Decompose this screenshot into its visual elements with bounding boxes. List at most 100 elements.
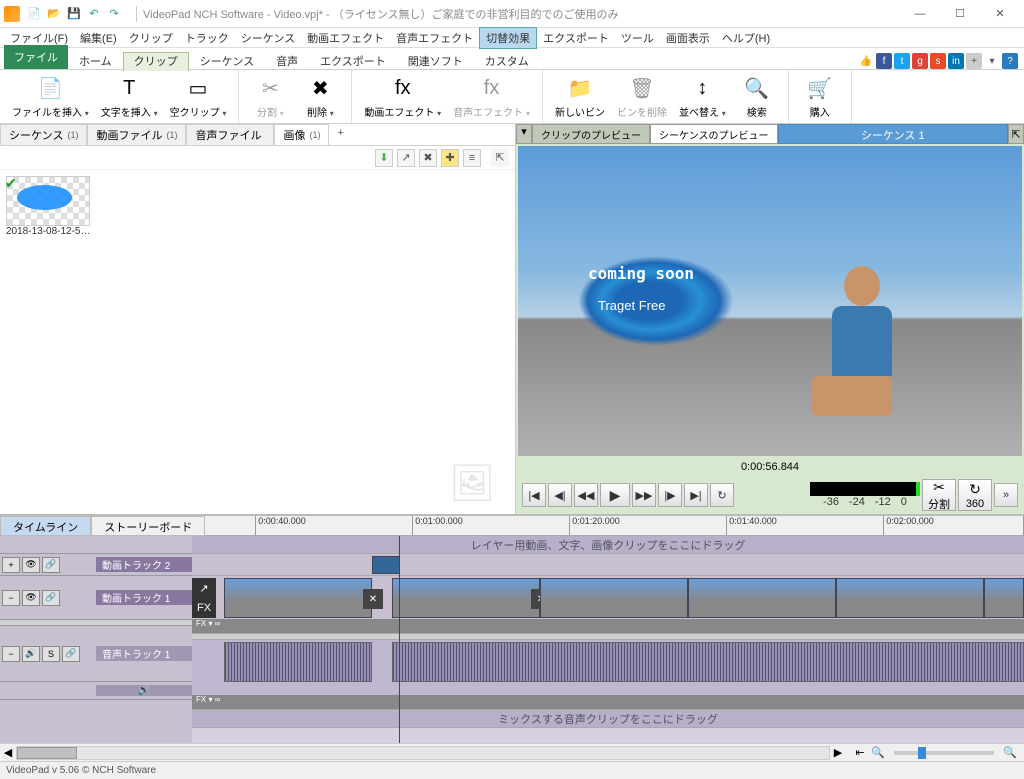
solo-icon[interactable]: S (42, 646, 60, 662)
ribbon-btn-1-1[interactable]: ✖削除 ▾ (295, 72, 345, 121)
audio-clip-0[interactable] (224, 642, 372, 682)
qa-save-icon[interactable]: 💾 (66, 6, 82, 22)
bin-list-icon[interactable]: ≡ (463, 149, 481, 167)
ribbon-btn-0-2[interactable]: ▭空クリップ ▾ (164, 72, 233, 121)
menu-1[interactable]: 編集(E) (74, 28, 123, 48)
sequence-name[interactable]: シーケンス 1 (778, 124, 1009, 144)
video-clip-3[interactable] (688, 578, 836, 618)
thumbs-up-icon[interactable]: 👍 (858, 53, 874, 69)
ribbon-btn-2-0[interactable]: fx動画エフェクト ▾ (358, 72, 447, 121)
ribbon-btn-3-2[interactable]: ↕並べ替え ▾ (673, 72, 732, 121)
bin-popout-icon[interactable]: ⇱ (491, 149, 509, 167)
ribbon-tab-5[interactable]: 関連ソフト (397, 52, 474, 72)
split-button[interactable]: ✂分割 (922, 479, 956, 511)
ribbon-btn-3-3[interactable]: 🔍検索 (732, 72, 782, 121)
link-icon[interactable]: 🔗 (42, 557, 60, 573)
bin-tab-3[interactable]: 画像 (1) (274, 124, 329, 145)
transition-icon[interactable]: ✕ (363, 589, 383, 609)
twitter-icon[interactable]: t (894, 53, 910, 69)
track-name-a1[interactable]: 音声トラック 1 (96, 646, 192, 661)
speaker-icon[interactable]: 🔊 (22, 646, 40, 662)
minimize-button[interactable]: — (900, 0, 940, 28)
menu-8[interactable]: エクスポート (537, 28, 615, 48)
ribbon-tab-file[interactable]: ファイル (4, 45, 68, 69)
zoom-in-icon[interactable]: 🔍 (1002, 745, 1018, 761)
scroll-left-icon[interactable]: ◀ (0, 746, 16, 759)
ribbon-tab-6[interactable]: カスタム (474, 52, 540, 72)
link-icon[interactable]: 🔗 (62, 646, 80, 662)
zoom-handle[interactable] (918, 747, 926, 759)
ribbon-tab-4[interactable]: エクスポート (309, 52, 397, 72)
video-clip-4[interactable] (836, 578, 984, 618)
timeline-ruler[interactable]: 0:00:40.0000:01:00.0000:01:20.0000:01:40… (205, 516, 1024, 536)
remove-track-icon[interactable]: − (2, 590, 20, 606)
qa-new-icon[interactable]: 📄 (26, 6, 42, 22)
tab-sequence-preview[interactable]: シーケンスのプレビュー (650, 124, 778, 144)
video-clip-1[interactable]: ✕ (392, 578, 540, 618)
360-button[interactable]: ↻360 (958, 479, 992, 511)
zoom-out-icon[interactable]: 🔍 (870, 745, 886, 761)
ribbon-btn-3-0[interactable]: 📁新しいビン (549, 72, 611, 121)
track-name-v1[interactable]: 動画トラック 1 (96, 590, 192, 605)
track-name-v2[interactable]: 動画トラック 2 (96, 557, 192, 572)
goto-end-button[interactable]: ▶| (684, 483, 708, 507)
bin-tab-add[interactable]: + (329, 124, 351, 145)
maximize-button[interactable]: ☐ (940, 0, 980, 28)
track-lanes[interactable]: レイヤー用動画、文字、画像クリップをここにドラッグ ↗FX✕✕FX ▾ ∞ FX… (192, 536, 1024, 743)
scroll-right-icon[interactable]: ▶ (830, 746, 846, 759)
fade-in-icon[interactable]: ↗FX (192, 578, 216, 618)
preview-video[interactable]: coming soon Traget Free (518, 146, 1022, 456)
menu-9[interactable]: ツール (615, 28, 660, 48)
bin-delete-icon[interactable]: ✖ (419, 149, 437, 167)
bin-tab-1[interactable]: 動画ファイル (1) (87, 124, 186, 145)
fit-icon[interactable]: ⇤ (852, 745, 868, 761)
linkedin-icon[interactable]: in (948, 53, 964, 69)
lane-v1[interactable]: ↗FX✕✕FX ▾ ∞ (192, 576, 1024, 634)
link-icon[interactable]: 🔗 (42, 590, 60, 606)
ribbon-btn-0-1[interactable]: T文字を挿入 ▾ (95, 72, 164, 121)
audio-clip-1[interactable] (392, 642, 1024, 682)
bin-add-icon[interactable]: ✚ (441, 149, 459, 167)
ribbon-tab-2[interactable]: シーケンス (189, 52, 265, 72)
menu-7[interactable]: 切替効果 (479, 27, 537, 49)
loop-button[interactable]: ↻ (710, 483, 734, 507)
lane-a1[interactable]: FX ▾ ∞ (192, 640, 1024, 710)
ribbon-btn-4-0[interactable]: 🛒購入 (795, 72, 845, 121)
playhead[interactable] (399, 536, 400, 743)
eye-icon[interactable]: 👁 (22, 590, 40, 606)
media-thumbnail[interactable]: ✔ 2018-13-08-12-54-52... (6, 176, 92, 237)
facebook-icon[interactable]: f (876, 53, 892, 69)
bin-body[interactable]: ✔ 2018-13-08-12-54-52... 🖼 (0, 170, 515, 514)
image-clip[interactable] (372, 556, 400, 574)
rewind-button[interactable]: ◀◀ (574, 483, 598, 507)
bin-tab-2[interactable]: 音声ファイル (186, 124, 274, 145)
ribbon-tab-1[interactable]: クリップ (123, 52, 189, 71)
video-clip-5[interactable] (984, 578, 1024, 618)
menu-5[interactable]: 動画エフェクト (301, 28, 390, 48)
menu-4[interactable]: シーケンス (235, 28, 301, 48)
stumble-icon[interactable]: s (930, 53, 946, 69)
tab-clip-preview[interactable]: クリップのプレビュー (532, 124, 650, 144)
eye-icon[interactable]: 👁 (22, 557, 40, 573)
play-button[interactable]: ▶ (600, 483, 630, 507)
mix-speaker-icon[interactable]: 🔊 (96, 685, 192, 696)
menu-10[interactable]: 画面表示 (660, 28, 716, 48)
popout-icon[interactable]: ⇱ (1008, 124, 1024, 144)
zoom-slider[interactable] (894, 751, 994, 755)
bin-tab-0[interactable]: シーケンス (1) (0, 124, 87, 145)
tab-timeline[interactable]: タイムライン (0, 516, 91, 536)
google-icon[interactable]: g (912, 53, 928, 69)
dropdown-icon[interactable]: ▾ (984, 53, 1000, 69)
menu-11[interactable]: ヘルプ(H) (716, 28, 776, 48)
qa-undo-icon[interactable]: ↶ (86, 6, 102, 22)
tab-storyboard[interactable]: ストーリーボード (91, 516, 205, 536)
menu-6[interactable]: 音声エフェクト (390, 28, 479, 48)
qa-redo-icon[interactable]: ↷ (106, 6, 122, 22)
prev-frame-button[interactable]: ◀| (548, 483, 572, 507)
scrollbar-thumb[interactable] (17, 747, 77, 759)
bin-send-icon[interactable]: ↗ (397, 149, 415, 167)
scrollbar[interactable] (16, 746, 830, 760)
remove-track-icon[interactable]: − (2, 646, 20, 662)
menu-3[interactable]: トラック (179, 28, 235, 48)
ribbon-tab-0[interactable]: ホーム (68, 52, 123, 72)
